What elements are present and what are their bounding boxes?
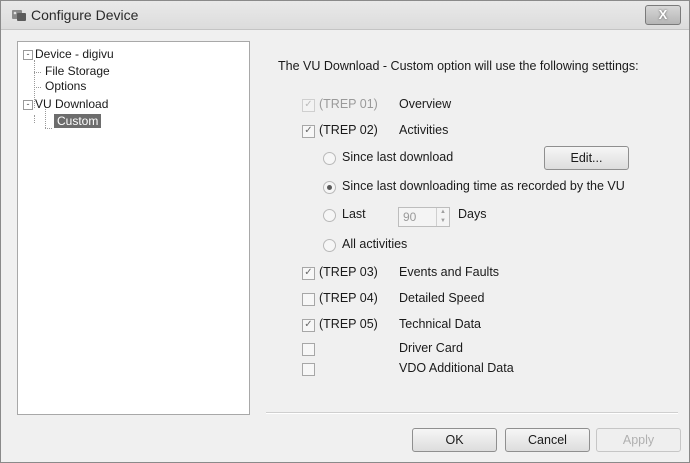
days-label: Days (458, 207, 487, 221)
tree-connector (45, 128, 52, 129)
trep02-label: Activities (399, 123, 449, 137)
settings-heading: The VU Download - Custom option will use… (278, 59, 639, 73)
tree-item-options[interactable]: Options (45, 79, 86, 93)
trep04-label: Detailed Speed (399, 291, 485, 305)
last-days-radio[interactable] (323, 209, 336, 222)
close-icon: X (658, 7, 668, 22)
trep03-label: Events and Faults (399, 265, 500, 279)
since-last-download-label: Since last download (342, 150, 454, 164)
driver-card-checkbox[interactable] (302, 343, 315, 356)
close-button[interactable]: X (645, 5, 681, 25)
all-activities-label: All activities (342, 237, 408, 251)
trep01-code: (TREP 01) (319, 97, 378, 111)
spinner-arrows-icon[interactable]: ▲ ▼ (436, 208, 449, 226)
vdo-additional-data-checkbox[interactable] (302, 363, 315, 376)
driver-card-label: Driver Card (399, 341, 463, 355)
checkmark-icon: ✓ (304, 319, 313, 330)
all-activities-radio[interactable] (323, 239, 336, 252)
last-days-spinner[interactable]: 90 ▲ ▼ (398, 207, 450, 227)
trep05-code: (TREP 05) (319, 317, 378, 331)
button-separator (266, 412, 678, 414)
edit-button[interactable]: Edit... (544, 146, 629, 170)
tree-item-custom[interactable]: Custom (54, 114, 102, 128)
apply-button[interactable]: Apply (596, 428, 681, 452)
trep02-code: (TREP 02) (319, 123, 378, 137)
since-last-downloading-time-label: Since last downloading time as recorded … (342, 179, 625, 193)
cancel-button[interactable]: Cancel (505, 428, 590, 452)
tree-item-device[interactable]: Device - digivu (35, 47, 114, 61)
trep05-label: Technical Data (399, 317, 481, 331)
last-label: Last (342, 207, 366, 221)
trep03-code: (TREP 03) (319, 265, 378, 279)
vdo-additional-data-label: VDO Additional Data (399, 361, 514, 375)
collapse-icon[interactable]: - (23, 100, 33, 110)
tree-item-vu-download[interactable]: VU Download (35, 97, 108, 111)
last-days-value: 90 (403, 210, 417, 224)
tree-connector (34, 115, 35, 123)
window-title: Configure Device (31, 7, 139, 23)
app-icon (11, 7, 27, 23)
trep01-checkbox[interactable]: ✓ (302, 99, 315, 112)
trep03-checkbox[interactable]: ✓ (302, 267, 315, 280)
checkmark-icon: ✓ (304, 99, 313, 110)
tree-item-file-storage[interactable]: File Storage (45, 64, 110, 78)
trep05-checkbox[interactable]: ✓ (302, 319, 315, 332)
title-bar: Configure Device X (1, 1, 689, 30)
checkmark-icon: ✓ (304, 125, 313, 136)
checkmark-icon: ✓ (304, 267, 313, 278)
trep01-label: Overview (399, 97, 452, 111)
since-last-download-radio[interactable] (323, 152, 336, 165)
tree-connector (34, 87, 41, 88)
ok-button[interactable]: OK (412, 428, 497, 452)
trep04-checkbox[interactable] (302, 293, 315, 306)
trep04-code: (TREP 04) (319, 291, 378, 305)
settings-tree[interactable]: - Device - digivu File Storage Options -… (17, 41, 250, 415)
trep02-checkbox[interactable]: ✓ (302, 125, 315, 138)
configure-device-dialog: Configure Device X - Device - digivu Fil… (0, 0, 690, 463)
since-last-downloading-time-radio[interactable] (323, 181, 336, 194)
radio-selected-dot (327, 185, 332, 190)
tree-connector (34, 72, 41, 73)
collapse-icon[interactable]: - (23, 50, 33, 60)
